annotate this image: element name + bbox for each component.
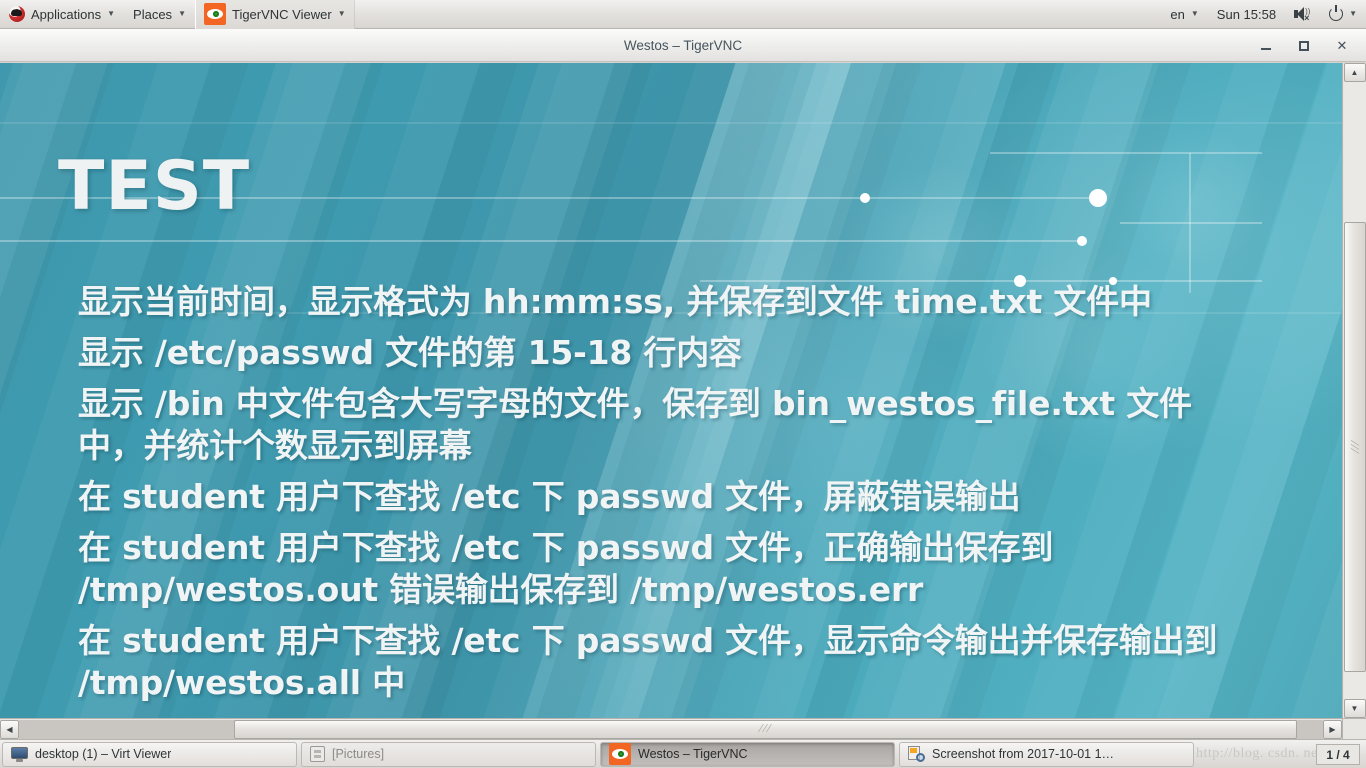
redhat-logo-icon [9, 6, 25, 22]
tigervnc-app-icon [203, 3, 226, 25]
slide-bullet: 在 student 用户下查找 /etc 下 passwd 文件，屏蔽错误输出 [78, 477, 1021, 516]
taskbar-item-tigervnc[interactable]: Westos – TigerVNC [600, 741, 895, 767]
volume-muted-icon: )) × [1294, 6, 1311, 23]
scroll-grip: /// [757, 723, 774, 735]
taskbar-item-virt-viewer[interactable]: desktop (1) – Virt Viewer [2, 741, 297, 767]
taskbar-item-screenshot[interactable]: Screenshot from 2017-10-01 1… [899, 741, 1194, 767]
taskbar-item-pictures[interactable]: [Pictures] [301, 741, 596, 767]
chevron-down-icon: ▼ [1349, 9, 1357, 18]
screenshot-icon [908, 746, 925, 762]
keyboard-layout-indicator[interactable]: en ▼ [1161, 0, 1207, 29]
system-menu[interactable]: ▼ [1320, 0, 1366, 29]
maximize-button[interactable] [1296, 38, 1312, 54]
slide-title: TEST [58, 147, 251, 226]
window-title: Westos – TigerVNC [623, 37, 743, 53]
app-menu-label: TigerVNC Viewer [231, 6, 332, 22]
clock[interactable]: Sun 15:58 [1208, 0, 1285, 29]
chevron-down-icon: ▼ [178, 9, 186, 18]
scroll-grip: /// [1348, 438, 1361, 456]
close-button[interactable]: ✕ [1334, 38, 1350, 54]
scroll-down-button[interactable]: ▼ [1343, 699, 1366, 718]
horizontal-scrollbar[interactable]: ◀ /// ▶ [0, 718, 1342, 739]
slide-bullet-list: 显示当前时间，显示格式为 hh:mm:ss, 并保存到文件 time.txt 文… [78, 281, 1238, 713]
slide-bullet: 显示 /etc/passwd 文件的第 15-18 行内容 [78, 333, 742, 372]
vertical-scroll-thumb[interactable]: /// [1343, 222, 1366, 672]
applications-menu-label: Applications [31, 6, 102, 22]
horizontal-scroll-thumb[interactable]: /// [234, 719, 1297, 739]
keyboard-layout-label: en [1170, 6, 1185, 22]
tigervnc-app-icon [609, 743, 631, 765]
places-menu[interactable]: Places ▼ [124, 0, 195, 29]
vnc-canvas[interactable]: TEST 显示当前时间，显示格式为 hh:mm:ss, 并保存到文件 time.… [0, 63, 1342, 718]
applications-menu[interactable]: Applications ▼ [0, 0, 124, 29]
monitor-icon [11, 746, 28, 762]
window-controls: ✕ [1258, 29, 1360, 62]
slide-bullet: 在 student 用户下查找 /etc 下 passwd 文件，显示命令输出并… [78, 621, 1218, 702]
taskbar-item-label: Screenshot from 2017-10-01 1… [932, 747, 1115, 761]
chevron-down-icon: ▼ [337, 9, 346, 18]
volume-button[interactable]: )) × [1285, 0, 1320, 29]
chevron-down-icon: ▼ [1190, 9, 1199, 18]
taskbar: desktop (1) – Virt Viewer [Pictures] Wes… [0, 739, 1366, 768]
window-titlebar[interactable]: Westos – TigerVNC ✕ [0, 29, 1366, 62]
scroll-right-button[interactable]: ▶ [1323, 719, 1342, 739]
minimize-button[interactable] [1258, 38, 1274, 54]
vertical-scroll-track[interactable]: /// [1343, 82, 1366, 699]
scroll-left-button[interactable]: ◀ [0, 719, 19, 739]
slide-bullet: 显示 /bin 中文件包含大写字母的文件，保存到 bin_westos_file… [78, 384, 1192, 465]
chevron-down-icon: ▼ [107, 9, 116, 18]
slide-bullet: 显示当前时间，显示格式为 hh:mm:ss, 并保存到文件 time.txt 文… [78, 282, 1152, 321]
taskbar-item-label: desktop (1) – Virt Viewer [35, 747, 172, 761]
top-panel: Applications ▼ Places ▼ TigerVNC Viewer … [0, 0, 1366, 29]
horizontal-scroll-track[interactable]: /// [19, 719, 1323, 739]
file-manager-icon [310, 746, 325, 762]
vertical-scrollbar[interactable]: ▲ /// ▼ [1342, 63, 1366, 718]
power-icon [1329, 5, 1344, 21]
scroll-up-button[interactable]: ▲ [1343, 63, 1366, 82]
slide-bullet: 在 student 用户下查找 /etc 下 passwd 文件，正确输出保存到… [78, 528, 1054, 609]
taskbar-item-label: [Pictures] [332, 747, 385, 761]
workspace-indicator[interactable]: 1 / 4 [1316, 744, 1360, 765]
scrollbar-corner [1342, 718, 1366, 739]
tigervnc-window: Westos – TigerVNC ✕ TEST 显示当前时间，显示格式为 hh… [0, 29, 1366, 739]
app-menu-tigervnc[interactable]: TigerVNC Viewer ▼ [194, 0, 355, 29]
presentation-slide: TEST 显示当前时间，显示格式为 hh:mm:ss, 并保存到文件 time.… [0, 63, 1342, 718]
places-menu-label: Places [133, 6, 173, 22]
clock-label: Sun 15:58 [1216, 6, 1277, 22]
taskbar-item-label: Westos – TigerVNC [638, 747, 748, 761]
